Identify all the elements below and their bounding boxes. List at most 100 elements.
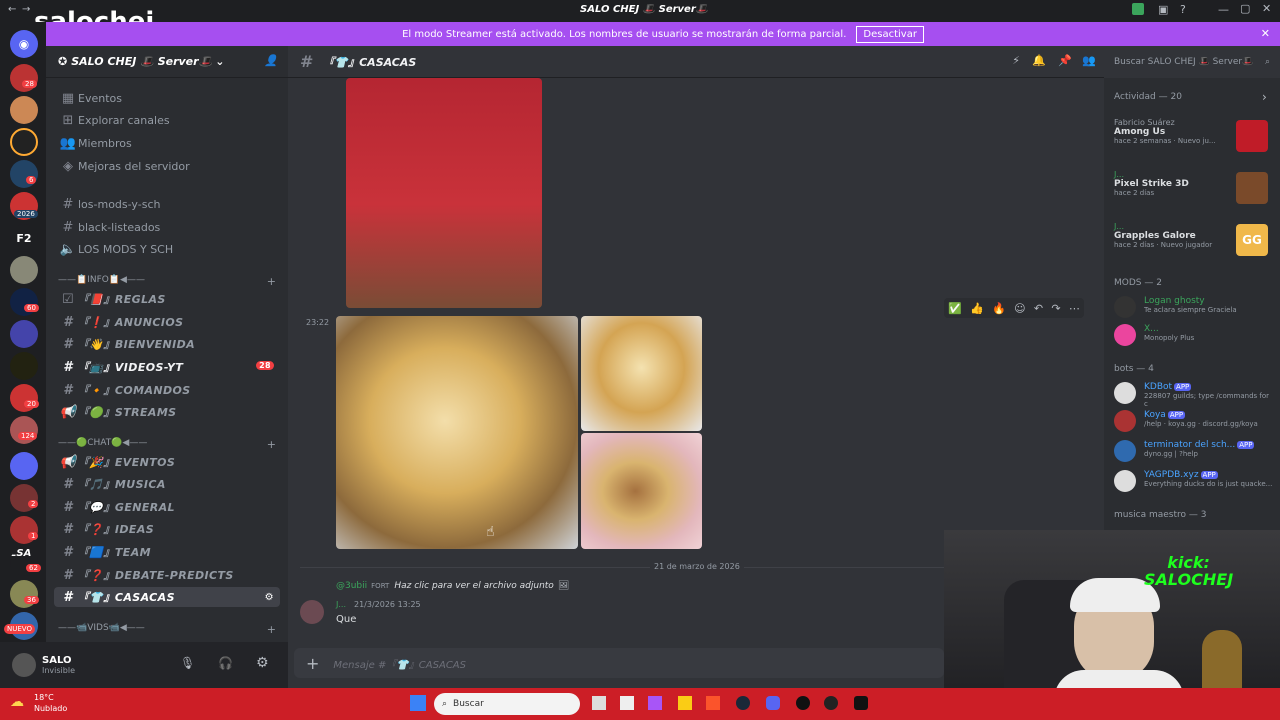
bell-icon[interactable]: 🔔 [1032,54,1046,67]
maximize-icon[interactable]: ▢ [1240,2,1250,15]
server-folder-icon[interactable] [10,452,38,480]
member-row[interactable]: YAGPDB.xyz APP Everything ducks do is just… [1144,470,1274,488]
add-reaction-icon[interactable]: ☺ [1014,302,1025,315]
close-banner-icon[interactable]: ✕ [1261,27,1270,40]
server-icon-f2[interactable]: F2 [10,224,38,252]
tiktok-icon[interactable] [854,696,868,710]
steam-icon[interactable] [736,696,750,710]
search-input[interactable]: Buscar SALO CHEJ 🎩 Server🎩 ⌕ [1104,46,1280,78]
channel-eventos[interactable]: 📢 『🎉』EVENTOS [54,452,280,472]
discord-home-icon[interactable]: ◉ [10,30,38,58]
add-channel-icon[interactable]: + [267,275,276,288]
channel-musica[interactable]: # 『🎵』MUSICA [54,474,280,494]
app-icon[interactable] [824,696,838,710]
gear-icon[interactable]: ⚙ [256,655,269,671]
food-image-secondary[interactable] [581,316,702,431]
avatar[interactable] [1114,324,1136,346]
forward-icon[interactable]: → [22,4,30,15]
category-chat[interactable]: ——🟢CHAT🟢◀—— + [58,438,280,451]
help-icon[interactable]: ? [1180,3,1186,16]
microphone-icon[interactable]: 🎙 [180,656,195,670]
server-icon[interactable] [10,96,38,124]
category-vids[interactable]: ——📹VIDS📹◀—— + [58,623,280,636]
discord-icon[interactable] [766,696,780,710]
threads-icon[interactable]: ⚡ [1012,54,1020,67]
image-attachment[interactable] [346,78,542,308]
thumbs-up-reaction-icon[interactable]: 👍 [970,302,984,315]
events-link[interactable]: ▦ Eventos [54,88,280,108]
message-composer[interactable]: + Mensaje #『👕』CASACAS [294,648,944,678]
deactivate-button[interactable]: Desactivar [856,25,924,43]
server-icon[interactable] [10,256,38,284]
member-row[interactable]: Koya APP/help · koya.gg · discord.gg/koya [1144,410,1274,428]
food-image-main[interactable] [336,316,578,549]
member-row[interactable]: Logan ghosty Te aclara siempre Graciela [1144,296,1274,314]
server-icon[interactable] [10,320,38,348]
channel-casacas[interactable]: # 『👕』CASACAS ⚙ [54,587,280,607]
channel-streams[interactable]: 📢 『🟢』STREAMS [54,402,280,422]
more-icon[interactable]: ⋯ [1069,302,1080,315]
item-label: Eventos [78,91,122,105]
add-attachment-icon[interactable]: + [306,654,319,673]
member-row[interactable]: KDBot APP 228807 guilds; type /commands fo… [1144,382,1274,408]
announce-icon: 📢 [59,404,77,420]
store-icon[interactable] [620,696,634,710]
windows-start-icon[interactable] [410,695,426,711]
server-icon[interactable] [10,160,38,188]
reply-icon[interactable]: ↶ [1034,302,1043,315]
members-link[interactable]: 👥 Miembros [54,133,280,153]
food-image-tertiary[interactable] [581,433,702,549]
forward-icon[interactable]: ↷ [1051,302,1060,315]
member-row[interactable]: terminator del sch... APP dyno.gg | ?help [1144,440,1274,458]
avatar[interactable] [1114,296,1136,318]
channel-debate-predicts[interactable]: # 『❓』DEBATE-PREDICTS [54,565,280,585]
folder-icon[interactable] [678,696,692,710]
avatar[interactable] [1114,410,1136,432]
add-channel-icon[interactable]: + [267,623,276,636]
server-boost-link[interactable]: ◈ Mejoras del servidor [54,156,280,176]
fire-reaction-icon[interactable]: 🔥 [992,302,1006,315]
minimize-icon[interactable]: — [1218,3,1229,16]
server-icon[interactable] [10,352,38,380]
taskbar-search[interactable]: ⌕ Buscar [434,693,580,715]
settings-icon[interactable]: ⚙ [265,592,274,603]
channel-los-mods-y-sch[interactable]: # los-mods-y-sch [54,194,280,214]
inbox-icon[interactable] [1132,3,1144,15]
help-inbox-icon[interactable]: ▣ [1158,3,1168,16]
invite-icon[interactable]: 👤 [264,54,278,67]
app-icon[interactable] [648,696,662,710]
reply-preview[interactable]: @3ubii FORT Haz clic para ver el archivo… [336,581,569,591]
message-author[interactable]: J... [336,600,346,609]
member-list-icon[interactable]: 👥 [1082,54,1096,67]
channel-bienvenida[interactable]: # 『👋』BIENVENIDA [54,334,280,354]
task-view-icon[interactable] [592,696,606,710]
avatar[interactable] [1114,440,1136,462]
chevron-right-icon[interactable]: › [1262,90,1267,104]
pin-icon[interactable]: 📌 [1058,54,1072,67]
obs-icon[interactable] [796,696,810,710]
check-reaction-icon[interactable]: ✅ [948,302,962,315]
channel-anuncios[interactable]: # 『❗』ANUNCIOS [54,312,280,332]
brave-icon[interactable] [706,696,720,710]
avatar[interactable] [300,600,324,624]
channel-videos-yt[interactable]: # 『📺』VIDEOS-YT 28 [54,357,280,377]
add-channel-icon[interactable]: + [267,438,276,451]
server-icon[interactable] [10,128,38,156]
channel-black-listeados[interactable]: # black-listeados [54,217,280,237]
browse-channels-link[interactable]: ⊞ Explorar canales [54,110,280,130]
avatar[interactable] [12,653,36,677]
back-icon[interactable]: ← [8,4,16,15]
channel-general[interactable]: # 『💬』GENERAL [54,497,280,517]
member-row[interactable]: X... Monopoly Plus [1144,324,1274,342]
channel-los-mods[interactable]: 🔈 LOS MODS Y SCH [54,239,280,259]
channel-comandos[interactable]: # 『🔸』COMANDOS [54,380,280,400]
channel-reglas[interactable]: ☑ 『📕』REGLAS [54,289,280,309]
category-info[interactable]: ——📋INFO📋◀—— + [58,275,280,288]
channel-team[interactable]: # 『🟦』TEAM [54,542,280,562]
close-icon[interactable]: ✕ [1262,2,1271,15]
server-header[interactable]: ✪ SALO CHEJ 🎩 Server🎩 ⌄ 👤 [46,46,288,78]
avatar[interactable] [1114,382,1136,404]
headphones-icon[interactable]: 🎧 [218,656,233,670]
channel-ideas[interactable]: # 『❓』IDEAS [54,519,280,539]
avatar[interactable] [1114,470,1136,492]
